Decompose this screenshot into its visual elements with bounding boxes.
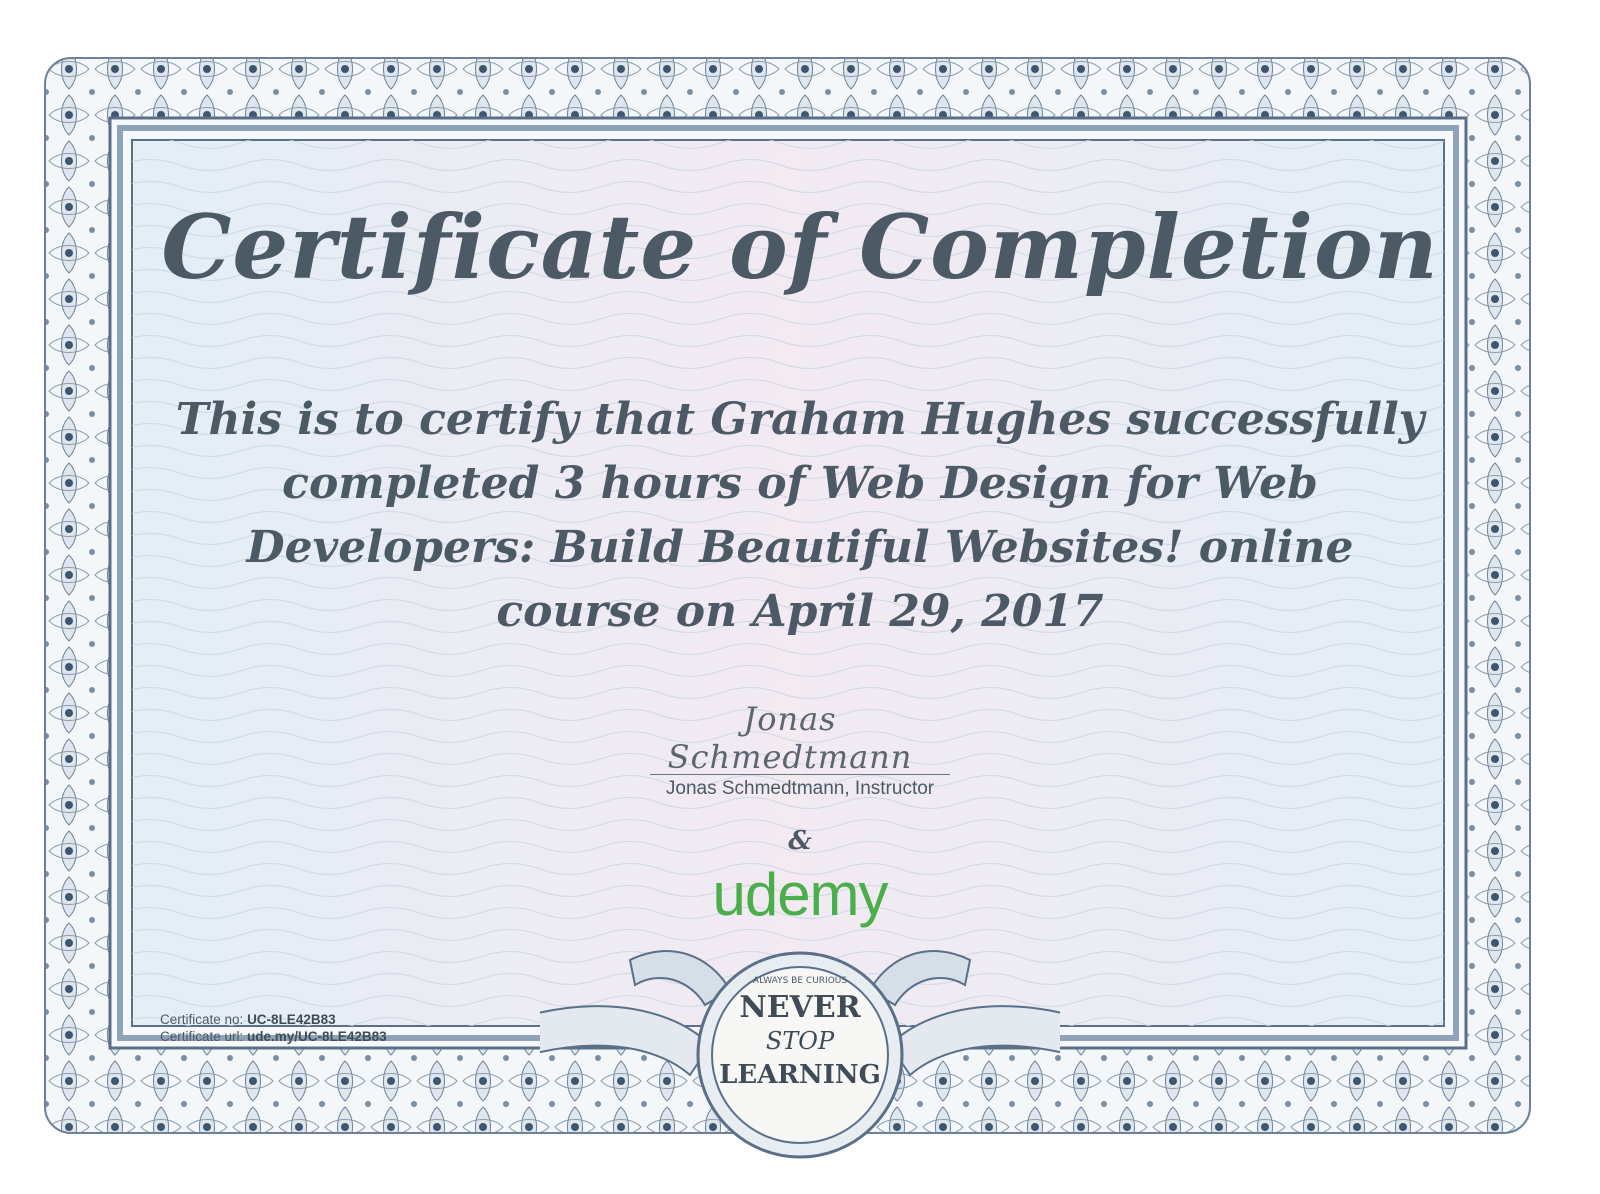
ampersand: & (788, 826, 812, 856)
seal-line-3: LEARNING (719, 1060, 881, 1090)
certificate-meta: Certificate no: UC-8LE42B83 Certificate … (160, 1011, 387, 1045)
certificate-number-label: Certificate no: (160, 1012, 244, 1027)
seal-top-text: ALWAYS BE CURIOUS (753, 976, 847, 986)
certificate-url-label: Certificate url: (160, 1029, 244, 1044)
udemy-logo: udemy (712, 861, 888, 928)
certificate-title: Certificate of Completion (161, 195, 1439, 299)
never-stop-learning-seal: ALWAYS BE CURIOUS NEVER STOP LEARNING (540, 950, 1060, 1159)
certification-statement: This is to certify that Graham Hughes su… (175, 394, 1425, 637)
seal-line-1: NEVER (739, 990, 861, 1025)
certificate-url-row: Certificate url: ude.my/UC-8LE42B83 (160, 1028, 387, 1045)
seal-line-2: STOP (766, 1027, 835, 1055)
signature-line (650, 774, 950, 775)
certificate-number: UC-8LE42B83 (247, 1012, 336, 1027)
certificate-url: ude.my/UC-8LE42B83 (247, 1029, 387, 1044)
instructor-signature: Jonas Schmedtmann (667, 700, 913, 776)
certificate-number-row: Certificate no: UC-8LE42B83 (160, 1011, 387, 1028)
signature-caption: Jonas Schmedtmann, Instructor (665, 778, 935, 799)
ribbon-right (888, 1005, 1060, 1077)
ribbon-left (540, 1005, 712, 1077)
